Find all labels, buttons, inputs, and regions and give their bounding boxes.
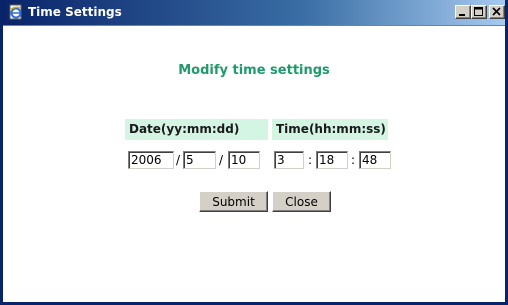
minute-input[interactable]	[316, 151, 348, 169]
minimize-icon	[459, 14, 465, 16]
minimize-button[interactable]	[455, 5, 471, 19]
second-input[interactable]	[359, 151, 391, 169]
ie-page-icon	[8, 4, 24, 20]
maximize-icon	[474, 7, 483, 16]
maximize-button[interactable]	[471, 5, 487, 19]
day-input[interactable]	[228, 151, 260, 169]
hour-input[interactable]	[274, 151, 304, 169]
time-settings-window: Time Settings Modify time settings Date(…	[0, 0, 508, 305]
close-icon	[492, 7, 501, 16]
close-button[interactable]: Close	[272, 191, 331, 212]
date-column-header: Date(yy:mm:dd)	[125, 119, 268, 140]
close-window-button[interactable]	[489, 5, 505, 19]
window-title: Time Settings	[28, 5, 122, 19]
title-bar[interactable]: Time Settings	[3, 0, 505, 25]
submit-button[interactable]: Submit	[199, 191, 268, 212]
date-separator: /	[219, 153, 224, 167]
month-input[interactable]	[183, 151, 216, 169]
year-input[interactable]	[128, 151, 174, 169]
dialog-content: Modify time settings Date(yy:mm:dd) Time…	[3, 25, 505, 302]
page-title: Modify time settings	[178, 63, 330, 78]
time-separator: :	[308, 153, 313, 167]
time-separator: :	[351, 153, 356, 167]
date-separator: /	[176, 153, 181, 167]
time-column-header: Time(hh:mm:ss)	[272, 119, 388, 140]
